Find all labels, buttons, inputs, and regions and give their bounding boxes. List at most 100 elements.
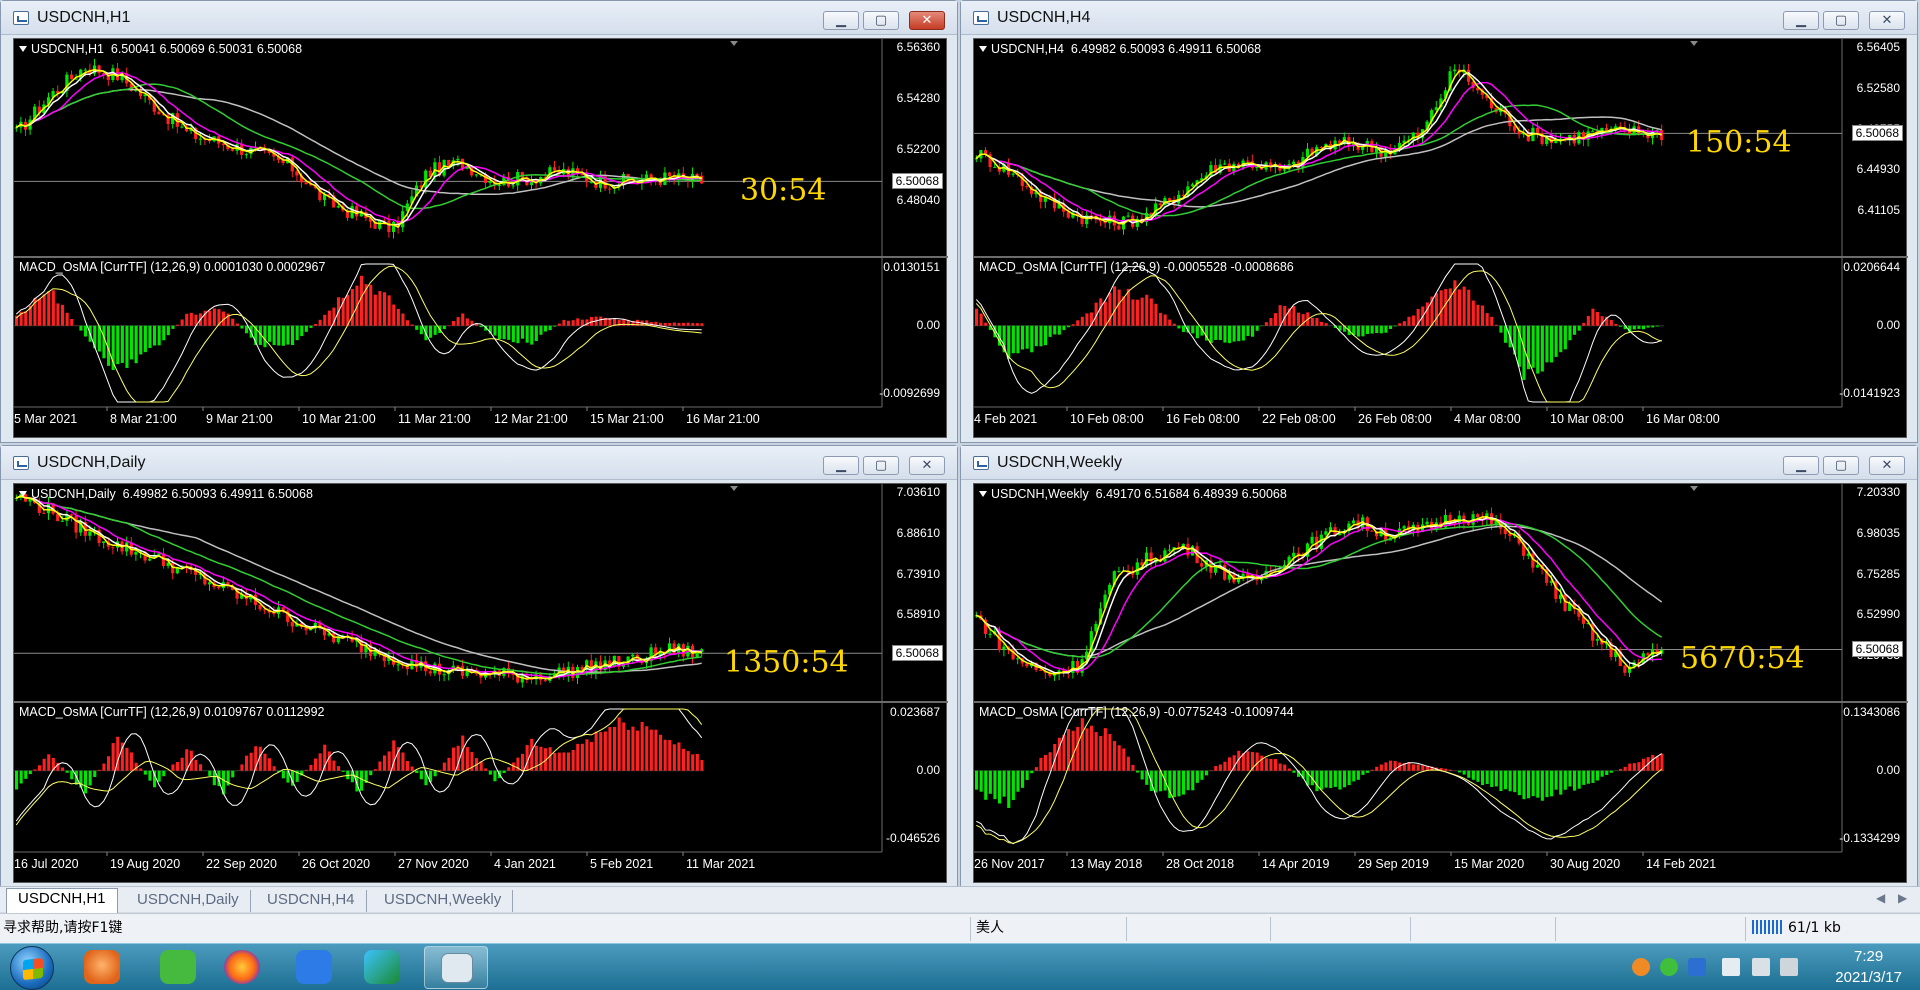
start-button[interactable]	[10, 946, 54, 990]
window-title-bar[interactable]: USDCNH,H1 ▁ ▢ ✕	[1, 1, 957, 35]
macd-histogram-bar	[1126, 288, 1130, 326]
chart-window-daily[interactable]: USDCNH,Daily ▁ ▢ ✕ USDCNH,Daily 6.49982 6.50…	[0, 445, 958, 888]
candle-body	[1508, 533, 1512, 537]
tray-shield-icon[interactable]	[1688, 958, 1706, 976]
price-axis-tick: 7.20330	[1856, 485, 1900, 499]
taskbar-app-firefox-icon[interactable]	[224, 950, 260, 984]
taskbar-app-player-icon[interactable]	[364, 950, 400, 984]
candle-body	[974, 158, 978, 160]
maximize-button[interactable]: ▢	[863, 11, 899, 30]
candle-body	[1117, 225, 1121, 230]
macd-histogram-bar	[332, 760, 336, 771]
window-title-bar[interactable]: USDCNH,Daily ▁ ▢ ✕	[1, 446, 957, 480]
macd-histogram-bar	[1274, 759, 1278, 771]
status-connection[interactable]: 61/1 kb	[1752, 914, 1841, 944]
macd-histogram-bar	[1343, 770, 1347, 788]
macd-histogram-bar	[1021, 770, 1025, 788]
macd-histogram-bar	[1448, 769, 1452, 771]
tab-scroll-left-icon[interactable]: ◀	[1876, 891, 1885, 905]
candle-body	[391, 221, 396, 233]
macd-histogram-bar	[70, 319, 74, 326]
macd-histogram-bar	[1384, 325, 1388, 333]
price-axis-tick: 6.44930	[1856, 162, 1900, 177]
macd-histogram-bar	[479, 325, 483, 328]
macd-histogram-bar	[442, 325, 446, 330]
macd-histogram-bar	[622, 722, 626, 771]
macd-histogram-bar	[1163, 314, 1167, 326]
macd-histogram-bar	[1264, 758, 1268, 771]
window-title-bar[interactable]: USDCNH,H4 ▁ ▢ ✕	[961, 1, 1917, 35]
close-button[interactable]: ✕	[1869, 456, 1905, 475]
chart-window-h4[interactable]: USDCNH,H4 ▁ ▢ ✕ USDCNH,H4 6.49982 6.50093 6.…	[960, 0, 1918, 443]
ma-green-line	[15, 83, 702, 210]
chart-plot-area[interactable]: USDCNH,H1 6.50041 6.50069 6.50031 6.5006…	[13, 38, 948, 438]
time-axis-tick: 14 Feb 2021	[1646, 857, 1717, 871]
macd-histogram-bar	[1241, 325, 1245, 341]
tray-signal-icon[interactable]	[1780, 958, 1798, 976]
close-button[interactable]: ✕	[909, 456, 945, 475]
maximize-button[interactable]: ▢	[1823, 11, 1859, 30]
close-button[interactable]: ✕	[1869, 11, 1905, 30]
taskbar-app-metatrader[interactable]	[424, 946, 488, 989]
tray-network-icon[interactable]	[1722, 958, 1740, 976]
macd-histogram-bar	[1269, 758, 1273, 771]
macd-histogram-bar	[456, 317, 460, 326]
tab-usdcnh-daily[interactable]: USDCNH,Daily	[126, 890, 251, 912]
macd-histogram-bar	[88, 770, 92, 786]
macd-histogram-bar	[1131, 299, 1135, 326]
taskbar-app-browser-icon[interactable]	[84, 950, 120, 984]
minimize-button[interactable]: ▁	[1783, 11, 1819, 30]
chart-window-weekly[interactable]: USDCNH,Weekly ▁ ▢ ✕ USDCNH,Weekly 6.49170 6.…	[960, 445, 1918, 888]
tab-usdcnh-h4[interactable]: USDCNH,H4	[256, 890, 367, 912]
candle-body	[424, 170, 428, 188]
taskbar-app-notes-icon[interactable]	[296, 950, 332, 984]
tray-app-icon[interactable]	[1632, 958, 1650, 976]
macd-histogram-bar	[1591, 770, 1595, 783]
close-button[interactable]: ✕	[909, 11, 945, 30]
candle-body	[198, 138, 202, 140]
maximize-button[interactable]: ▢	[863, 456, 899, 475]
candle-body	[1292, 552, 1296, 557]
window-title-bar[interactable]: USDCNH,Weekly ▁ ▢ ✕	[961, 446, 1917, 480]
tray-wechat-icon[interactable]	[1660, 958, 1678, 976]
macd-histogram-bar	[1177, 325, 1181, 329]
tab-usdcnh-weekly[interactable]: USDCNH,Weekly	[373, 890, 514, 912]
window-title: USDCNH,Weekly	[997, 454, 1123, 471]
chart-plot-area[interactable]: USDCNH,Weekly 6.49170 6.51684 6.48939 6.…	[973, 483, 1908, 883]
macd-histogram-bar	[235, 323, 239, 326]
chart-window-h1[interactable]: USDCNH,H1 ▁ ▢ ✕ USDCNH,H1 6.50041 6.50069 6.…	[0, 0, 958, 443]
macd-histogram-bar	[1522, 325, 1526, 380]
taskbar-clock[interactable]: 7:29 2021/3/17	[1835, 946, 1902, 988]
chart-plot-area[interactable]: USDCNH,H4 6.49982 6.50093 6.49911 6.5006…	[973, 38, 1908, 438]
minimize-button[interactable]: ▁	[823, 456, 859, 475]
macd-histogram-bar	[406, 761, 410, 771]
candle-body	[988, 633, 992, 635]
macd-histogram-bar	[1462, 770, 1466, 775]
minimize-button[interactable]: ▁	[823, 11, 859, 30]
tab-scroll-right-icon[interactable]: ▶	[1898, 891, 1907, 905]
macd-histogram-bar	[1637, 762, 1641, 771]
macd-histogram-bar	[378, 291, 382, 326]
macd-axis-tick: 0.00	[916, 317, 940, 332]
macd-histogram-bar	[617, 717, 621, 771]
macd-histogram-bar	[1145, 294, 1149, 326]
minimize-button[interactable]: ▁	[1783, 456, 1819, 475]
tab-usdcnh-h1[interactable]: USDCNH,H1	[6, 888, 118, 913]
candle-body	[88, 531, 92, 536]
maximize-button[interactable]: ▢	[1823, 456, 1859, 475]
macd-histogram-bar	[677, 322, 681, 326]
candle-body	[1011, 173, 1015, 175]
chart-window-icon	[13, 456, 29, 470]
macd-histogram-bar	[387, 295, 391, 326]
macd-histogram-bar	[162, 325, 166, 341]
candle-body	[1025, 186, 1029, 188]
macd-histogram-bar	[125, 325, 129, 368]
macd-histogram-bar	[1540, 325, 1544, 372]
macd-histogram-bar	[130, 752, 134, 771]
tray-volume-icon[interactable]	[1752, 958, 1770, 976]
macd-histogram-bar	[176, 324, 180, 326]
macd-histogram-bar	[511, 325, 515, 343]
taskbar-app-wechat-icon[interactable]	[160, 950, 196, 984]
chart-plot-area[interactable]: USDCNH,Daily 6.49982 6.50093 6.49911 6.5…	[13, 483, 948, 883]
macd-histogram-bar	[645, 726, 649, 771]
